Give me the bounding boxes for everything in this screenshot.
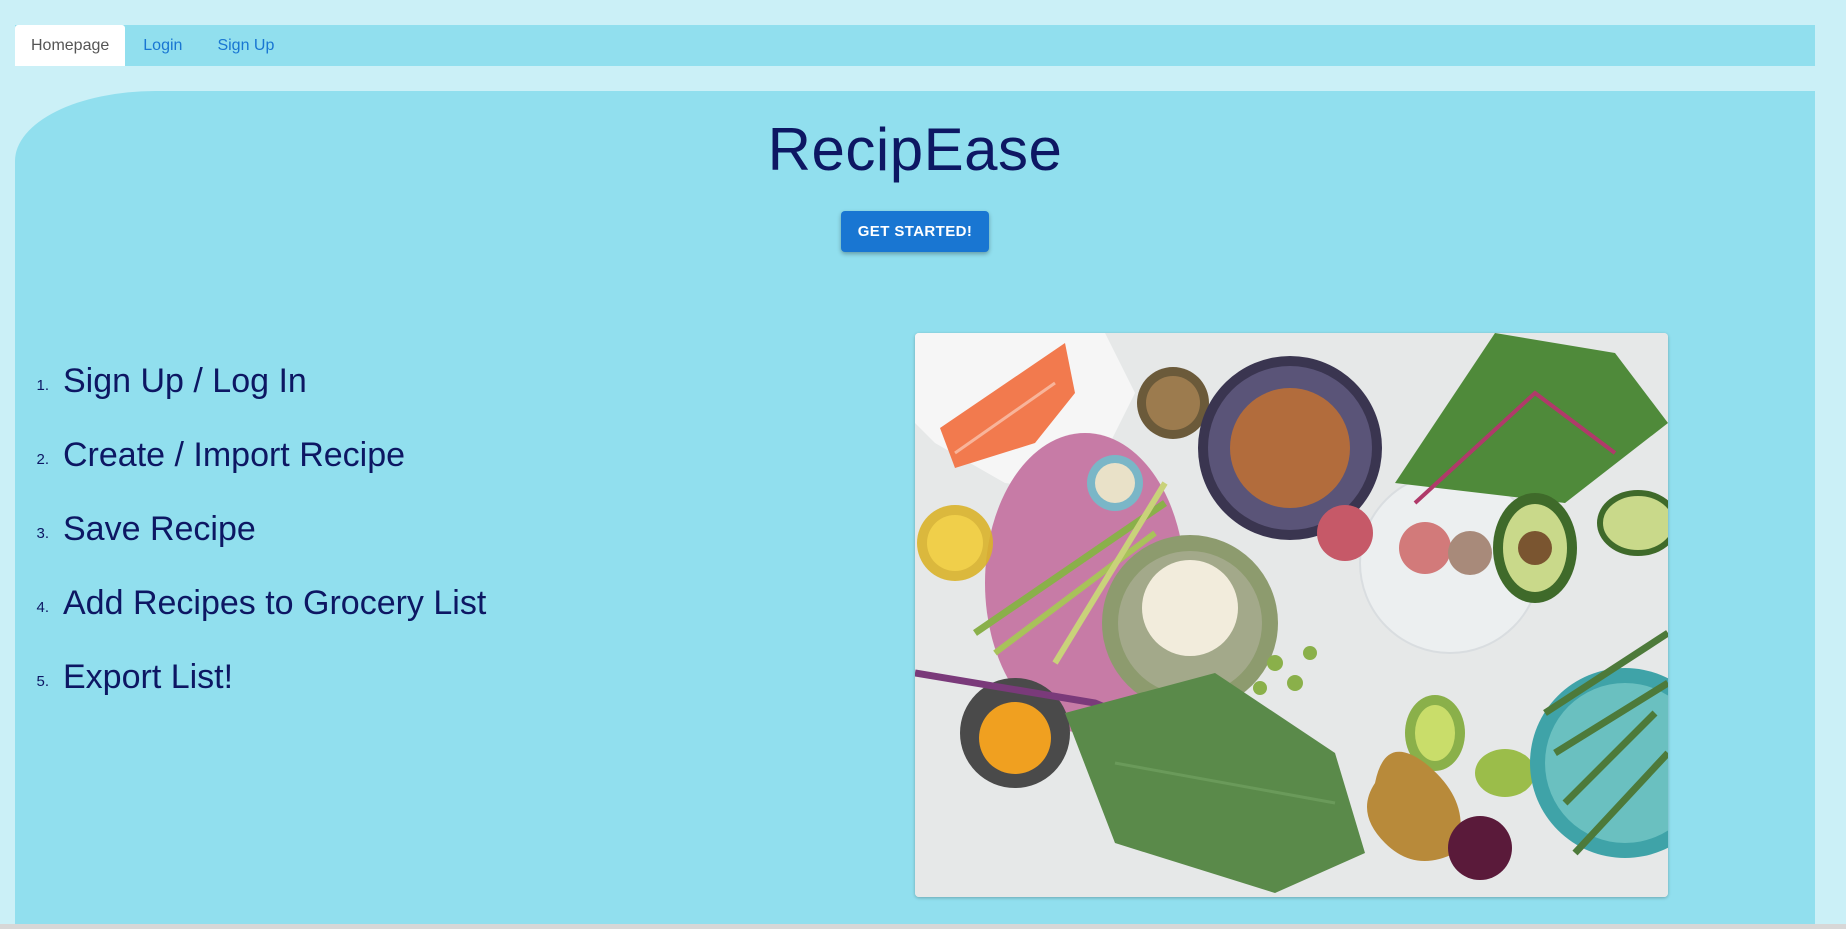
list-item: 3. Save Recipe (15, 509, 256, 549)
page-title: RecipEase (767, 116, 1063, 183)
list-item: 4. Add Recipes to Grocery List (15, 583, 486, 623)
step-number: 5. (36, 672, 49, 690)
list-item: 1. Sign Up / Log In (15, 361, 307, 401)
step-number: 1. (36, 376, 49, 394)
tab-login[interactable]: Login (125, 25, 200, 66)
get-started-button[interactable]: GET STARTED! (841, 211, 989, 252)
list-item: 5. Export List! (15, 657, 233, 697)
bottom-scrollbar[interactable] (0, 924, 1846, 929)
step-number: 2. (36, 450, 49, 468)
step-text: Sign Up / Log In (63, 361, 307, 400)
list-item: 2. Create / Import Recipe (15, 435, 405, 475)
step-text: Add Recipes to Grocery List (63, 583, 487, 622)
step-text: Export List! (63, 657, 234, 696)
tab-sign-up[interactable]: Sign Up (200, 25, 291, 66)
step-text: Save Recipe (63, 509, 256, 548)
main-panel: RecipEase GET STARTED! 1. Sign Up / Log … (15, 91, 1815, 929)
step-number: 3. (36, 524, 49, 542)
step-text: Create / Import Recipe (63, 435, 406, 474)
top-nav: Homepage Login Sign Up (15, 25, 1815, 66)
tab-homepage[interactable]: Homepage (15, 25, 126, 66)
food-photo (915, 333, 1668, 897)
step-number: 4. (36, 598, 49, 616)
